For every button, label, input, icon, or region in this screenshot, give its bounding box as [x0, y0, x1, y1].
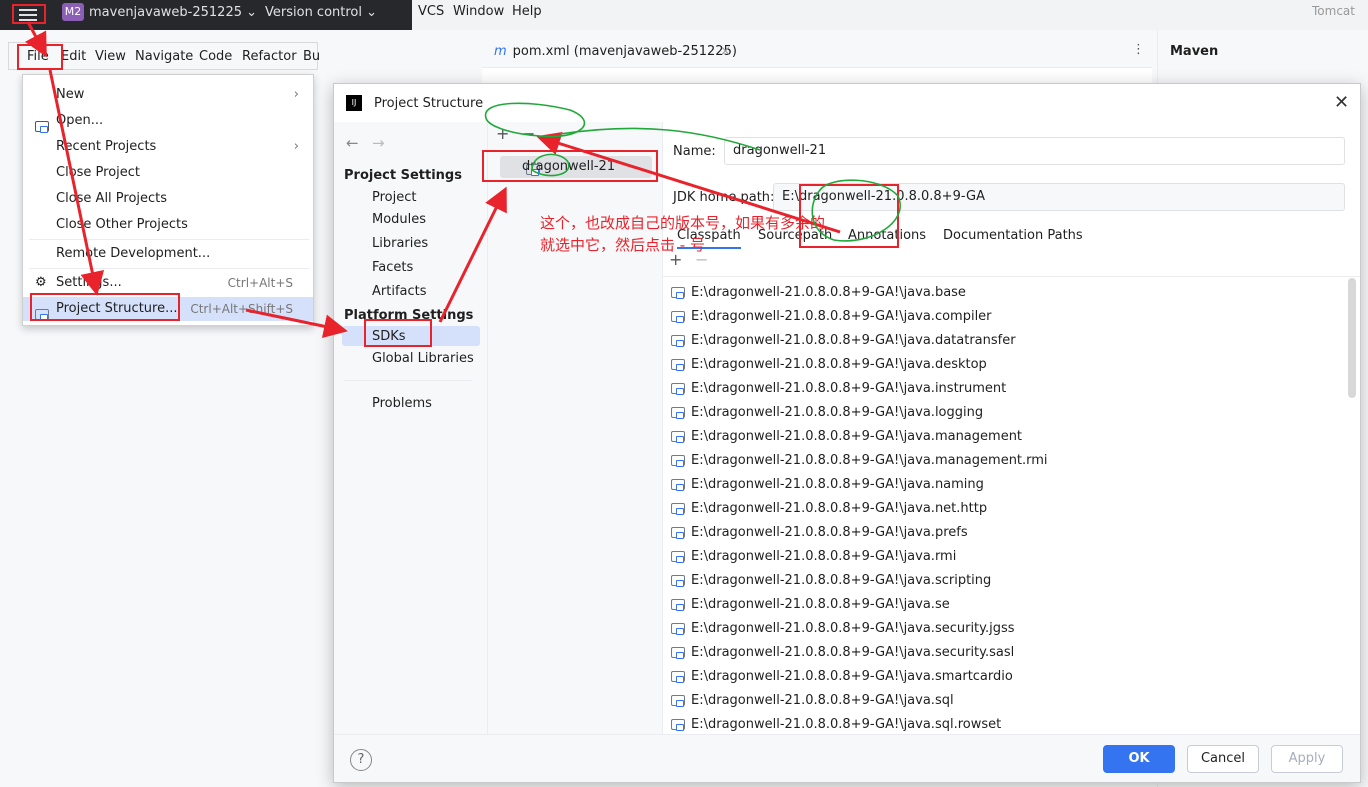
annotation-arrows	[24, 21, 901, 339]
